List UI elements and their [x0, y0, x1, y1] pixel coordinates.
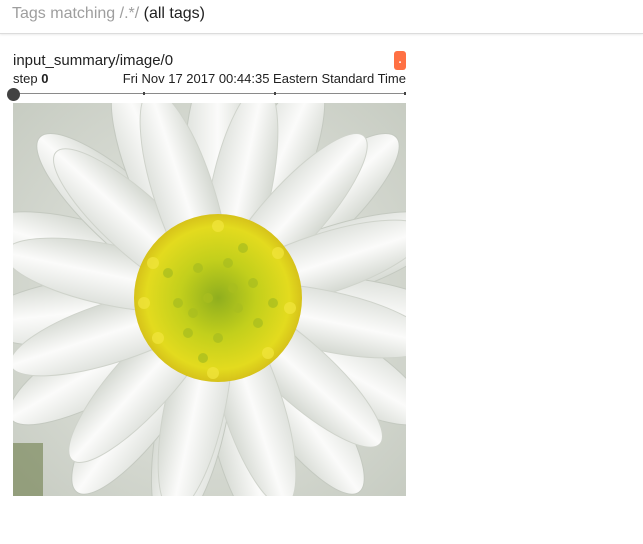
tags-matching-label: Tags matching	[12, 5, 116, 22]
slider-tick	[143, 92, 145, 95]
slider-track[interactable]	[13, 93, 406, 94]
step-value: 0	[41, 71, 49, 86]
tag-regex[interactable]: /.*/	[120, 5, 140, 22]
summary-image	[13, 103, 406, 496]
tag-filter-text: Tags matching /.*/ (all tags)	[12, 5, 205, 23]
image-timestamp: Fri Nov 17 2017 00:44:35 Eastern Standar…	[122, 71, 406, 86]
step-label: step 0	[13, 71, 48, 87]
all-tags-label: (all tags)	[143, 5, 205, 22]
flower-image	[13, 103, 406, 496]
tag-filter-header: Tags matching /.*/ (all tags)	[0, 0, 643, 34]
step-slider[interactable]	[7, 88, 406, 101]
run-color-badge: .	[394, 51, 406, 70]
slider-tick	[404, 92, 406, 95]
slider-tick	[274, 92, 276, 95]
slider-knob[interactable]	[7, 88, 20, 101]
image-card-title: input_summary/image/0	[13, 52, 174, 69]
image-meta-row: step 0 Fri Nov 17 2017 00:44:35 Eastern …	[13, 71, 406, 87]
step-text: step	[13, 71, 38, 86]
